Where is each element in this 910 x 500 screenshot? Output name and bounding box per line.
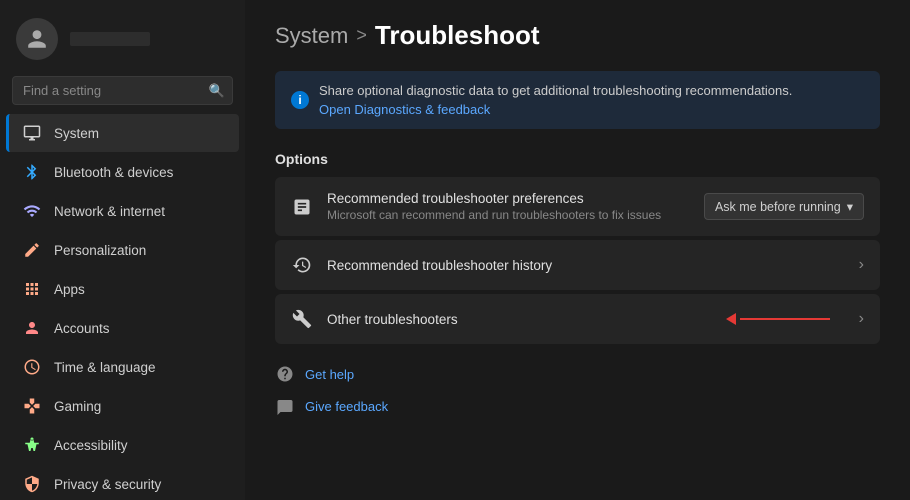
sidebar-item-label-personalization: Personalization [54, 243, 146, 258]
ask-before-running-dropdown[interactable]: Ask me before running ▾ [704, 193, 864, 220]
sidebar-item-label-accessibility: Accessibility [54, 438, 128, 453]
option-card-recommended-history[interactable]: Recommended troubleshooter history › [275, 240, 880, 290]
diagnostics-link[interactable]: Open Diagnostics & feedback [319, 102, 792, 117]
option-card-action-history: › [859, 256, 864, 274]
chevron-right-icon-other: › [859, 310, 864, 328]
give-feedback-link[interactable]: Give feedback [275, 394, 880, 418]
red-arrow-annotation [726, 313, 830, 325]
sidebar-item-personalization[interactable]: Personalization [6, 231, 239, 269]
give-feedback-label: Give feedback [305, 399, 388, 414]
accessibility-icon [22, 435, 42, 455]
arrow-head [726, 313, 736, 325]
nav-list: System Bluetooth & devices Network & int… [0, 113, 245, 500]
info-message: Share optional diagnostic data to get ad… [319, 83, 792, 98]
option-card-content-prefs: Recommended troubleshooter preferences M… [327, 191, 690, 222]
bluetooth-icon [22, 162, 42, 182]
get-help-label: Get help [305, 367, 354, 382]
sidebar-item-apps[interactable]: Apps [6, 270, 239, 308]
sidebar-item-time[interactable]: Time & language [6, 348, 239, 386]
sidebar-item-label-bluetooth: Bluetooth & devices [54, 165, 173, 180]
info-content: Share optional diagnostic data to get ad… [319, 83, 792, 117]
info-banner: i Share optional diagnostic data to get … [275, 71, 880, 129]
sidebar-item-bluetooth[interactable]: Bluetooth & devices [6, 153, 239, 191]
sidebar-item-label-network: Network & internet [54, 204, 165, 219]
option-card-action-other: › [859, 310, 864, 328]
sidebar-item-gaming[interactable]: Gaming [6, 387, 239, 425]
search-input[interactable] [12, 76, 233, 105]
options-section: Options Recommended troubleshooter prefe… [275, 151, 880, 344]
help-icon [275, 364, 295, 384]
accounts-icon [22, 318, 42, 338]
search-icon: 🔍 [209, 83, 225, 99]
sidebar-item-privacy[interactable]: Privacy & security [6, 465, 239, 500]
page-title: Troubleshoot [375, 20, 540, 51]
option-card-subtitle-prefs: Microsoft can recommend and run troubles… [327, 208, 690, 222]
wrench-icon [291, 308, 313, 330]
sidebar-item-label-gaming: Gaming [54, 399, 101, 414]
sidebar-item-label-privacy: Privacy & security [54, 477, 161, 492]
option-card-other-troubleshooters[interactable]: Other troubleshooters › [275, 294, 880, 344]
sidebar-item-label-time: Time & language [54, 360, 156, 375]
option-card-action-prefs: Ask me before running ▾ [704, 193, 864, 220]
profile-section [0, 10, 245, 72]
sidebar-item-label-apps: Apps [54, 282, 85, 297]
bottom-links: Get help Give feedback [275, 362, 880, 418]
time-icon [22, 357, 42, 377]
breadcrumb-system: System [275, 23, 348, 49]
sidebar-item-system[interactable]: System [6, 114, 239, 152]
sidebar: 🔍 System Bluetooth & devices Network & i… [0, 0, 245, 500]
info-icon: i [291, 91, 309, 109]
network-icon [22, 201, 42, 221]
troubleshoot-pref-icon [291, 196, 313, 218]
option-card-title-prefs: Recommended troubleshooter preferences [327, 191, 690, 206]
section-title: Options [275, 151, 880, 167]
privacy-icon [22, 474, 42, 494]
system-icon [22, 123, 42, 143]
get-help-link[interactable]: Get help [275, 362, 880, 386]
avatar [16, 18, 58, 60]
personalization-icon [22, 240, 42, 260]
gaming-icon [22, 396, 42, 416]
sidebar-item-accounts[interactable]: Accounts [6, 309, 239, 347]
main-content: System > Troubleshoot i Share optional d… [245, 0, 910, 500]
option-card-title-history: Recommended troubleshooter history [327, 258, 845, 273]
breadcrumb-arrow: > [356, 25, 367, 46]
sidebar-item-label-system: System [54, 126, 99, 141]
username-bar [70, 32, 150, 46]
history-icon [291, 254, 313, 276]
sidebar-item-accessibility[interactable]: Accessibility [6, 426, 239, 464]
feedback-icon [275, 396, 295, 416]
search-box[interactable]: 🔍 [12, 76, 233, 105]
breadcrumb: System > Troubleshoot [275, 20, 880, 51]
option-card-content-history: Recommended troubleshooter history [327, 258, 845, 273]
arrow-line [740, 318, 830, 320]
chevron-down-icon: ▾ [847, 199, 853, 214]
sidebar-item-label-accounts: Accounts [54, 321, 110, 336]
option-card-recommended-prefs[interactable]: Recommended troubleshooter preferences M… [275, 177, 880, 236]
chevron-right-icon: › [859, 256, 864, 274]
sidebar-item-network[interactable]: Network & internet [6, 192, 239, 230]
apps-icon [22, 279, 42, 299]
